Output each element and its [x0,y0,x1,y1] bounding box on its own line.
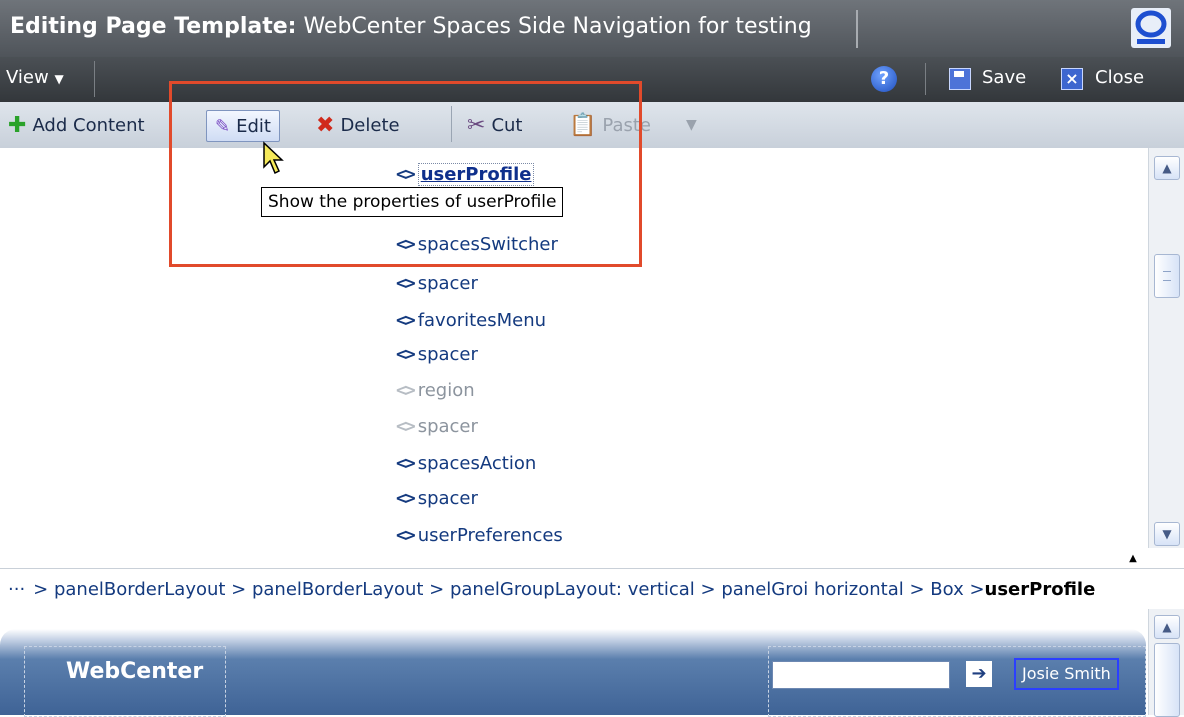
page-title: Editing Page Template: WebCenter Spaces … [10,14,812,39]
tree-item-spacer[interactable]: <> spacer [396,484,478,512]
annotation-highlight-box [169,81,642,267]
user-profile-link[interactable]: Josie Smith [1014,658,1119,690]
tree-item-label: spacesAction [417,452,537,474]
splitter-collapse-icon[interactable]: ▲ [1113,553,1153,567]
add-content-button[interactable]: ✚ Add Content [8,110,145,140]
tree-item-spacer[interactable]: <> spacer [396,269,478,297]
close-icon[interactable]: × [1061,68,1083,90]
tree-item-spacer[interactable]: <> spacer [396,340,478,368]
component-icon: <> [396,272,416,294]
close-button[interactable]: Close [1095,67,1144,88]
hidden-component-icon: <> [396,415,416,437]
go-arrow-icon[interactable]: ➔ [966,661,992,687]
plus-icon: ✚ [8,112,27,138]
add-content-label: Add Content [32,114,145,136]
save-icon[interactable] [949,68,971,90]
hidden-component-icon: <> [396,379,416,401]
tree-item-region[interactable]: <> region [396,376,475,404]
help-icon[interactable]: ? [871,66,897,92]
scroll-up-icon[interactable]: ▲ [1154,156,1180,180]
tree-item-label: spacer [417,272,478,294]
view-divider [94,61,95,97]
chevron-down-icon: ▼ [54,72,64,86]
preview-scrollbar[interactable]: ▲ [1148,609,1184,717]
view-menu-label: View [6,67,49,88]
component-icon: <> [396,452,416,474]
app-name: WebCenter [66,659,204,684]
component-icon: <> [396,343,416,365]
save-button[interactable]: Save [982,67,1026,88]
component-icon: <> [396,524,416,546]
oracle-logo-icon [1131,8,1171,48]
tree-item-label: region [417,379,475,401]
tree-item-userpreferences[interactable]: <> userPreferences [396,521,563,549]
toolbar-overflow-chevron-icon[interactable]: ▼ [686,110,697,140]
scroll-down-icon[interactable]: ▼ [1154,522,1180,546]
search-input[interactable] [772,661,950,689]
component-icon: <> [396,309,416,331]
viewbar-divider [925,63,926,95]
template-name: WebCenter Spaces Side Navigation for tes… [296,14,812,39]
editor-header: Editing Page Template: WebCenter Spaces … [0,0,1184,57]
breadcrumb-path[interactable]: > panelBorderLayout > panelBorderLayout … [33,579,984,600]
scrollbar-thumb[interactable] [1154,643,1180,717]
breadcrumb-current: userProfile [984,578,1096,600]
tree-item-favoritesmenu[interactable]: <> favoritesMenu [396,306,546,334]
component-icon: <> [396,487,416,509]
tree-item-label: spacer [417,487,478,509]
tree-item-spacesaction[interactable]: <> spacesAction [396,449,536,477]
tree-item-label: spacer [417,343,478,365]
tree-item-spacer[interactable]: <> spacer [396,412,478,440]
view-menu-button[interactable]: View ▼ [6,67,64,88]
title-divider [856,10,858,48]
breadcrumb-overflow-icon[interactable]: ··· [8,579,25,600]
title-prefix: Editing Page Template: [10,14,297,39]
tree-item-label: userPreferences [417,524,563,546]
tree-scrollbar[interactable]: ▲ ▼ [1148,148,1184,548]
breadcrumb: ··· > panelBorderLayout > panelBorderLay… [0,568,1184,610]
scrollbar-thumb[interactable] [1154,254,1180,298]
scroll-up-icon[interactable]: ▲ [1154,615,1180,639]
tree-item-label: spacer [417,415,478,437]
tree-item-label: favoritesMenu [417,309,547,331]
